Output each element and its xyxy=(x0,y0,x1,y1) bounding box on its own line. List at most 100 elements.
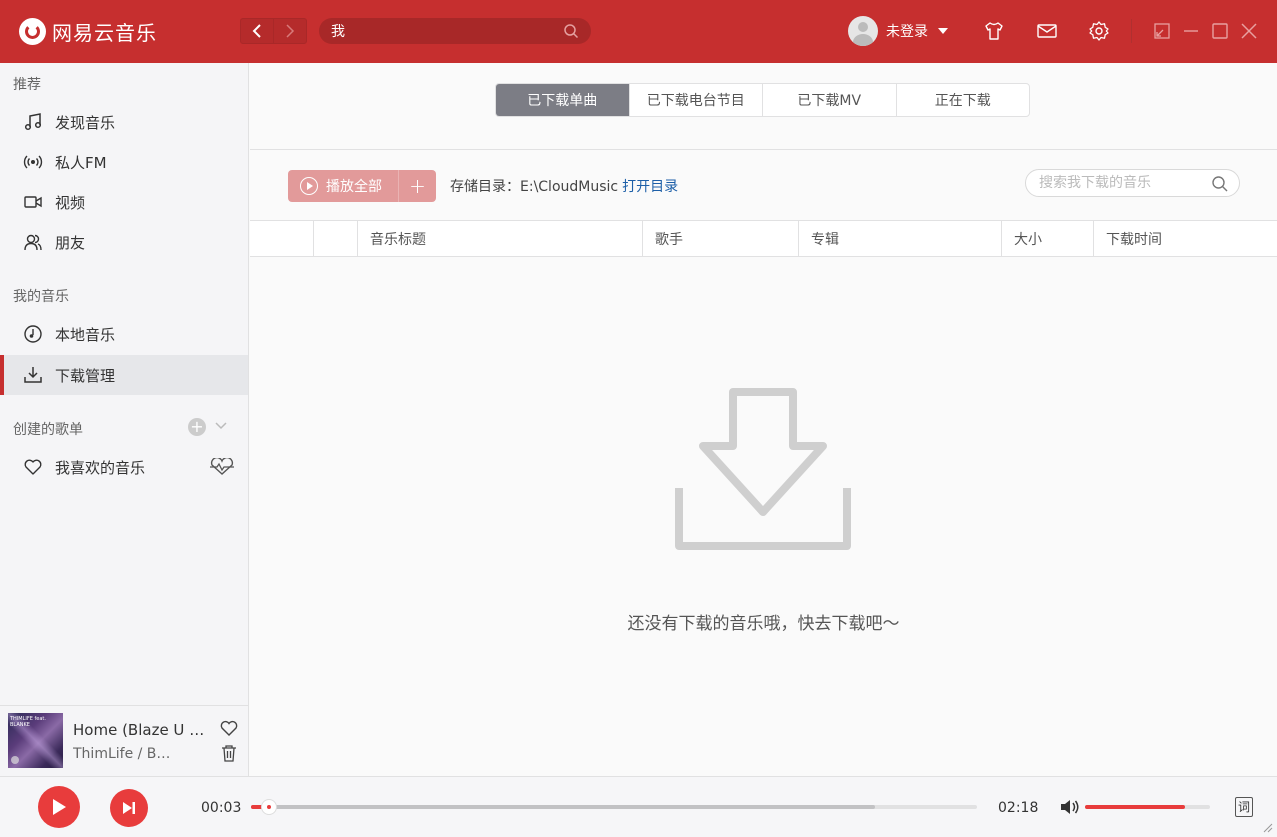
mini-mode-icon[interactable] xyxy=(1151,20,1173,42)
column-header-actions xyxy=(313,221,357,257)
history-nav xyxy=(240,18,307,44)
music-note-icon xyxy=(22,111,44,133)
next-icon xyxy=(123,802,135,814)
play-all-button[interactable]: 播放全部 xyxy=(288,170,398,202)
sidebar-item-label: 我喜欢的音乐 xyxy=(55,458,146,477)
cover-text: THIMLIFE feat. BLANKE xyxy=(10,716,46,728)
trash-icon[interactable] xyxy=(221,745,237,762)
main-panel: 已下载单曲 已下载电台节目 已下载MV 正在下载 播放全部 + 存储目录：E:\… xyxy=(250,63,1277,776)
tab-downloading[interactable]: 正在下载 xyxy=(895,84,1030,116)
video-icon xyxy=(22,191,44,213)
radio-icon xyxy=(22,151,44,173)
play-circle-icon xyxy=(300,177,318,195)
column-header-title[interactable]: 音乐标题 xyxy=(357,221,643,257)
column-header-size[interactable]: 大小 xyxy=(1001,221,1094,257)
section-title-my-music: 我的音乐 xyxy=(13,289,69,305)
now-playing-title[interactable]: Home (Blaze U Re... xyxy=(73,721,213,739)
section-title-recommend: 推荐 xyxy=(13,77,41,93)
tab-downloaded-songs[interactable]: 已下载单曲 xyxy=(496,84,629,116)
empty-state-message: 还没有下载的音乐哦，快去下载吧～ xyxy=(627,614,900,634)
heartbeat-mode-icon[interactable] xyxy=(209,458,235,476)
chevron-right-icon xyxy=(286,24,295,38)
like-heart-icon[interactable] xyxy=(220,720,238,736)
storage-label: 存储目录： xyxy=(450,179,520,195)
tab-downloaded-mv[interactable]: 已下载MV xyxy=(762,84,896,116)
download-tabs: 已下载单曲 已下载电台节目 已下载MV 正在下载 xyxy=(495,83,1030,117)
open-directory-link[interactable]: 打开目录 xyxy=(622,179,678,195)
download-search-box xyxy=(1025,169,1240,197)
netease-logo-icon xyxy=(19,18,46,45)
storage-info: 存储目录：E:\CloudMusic 打开目录 xyxy=(450,176,678,196)
player-bar: 00:03 02:18 词 xyxy=(0,776,1277,837)
volume-icon[interactable] xyxy=(1060,798,1082,816)
play-all-label: 播放全部 xyxy=(326,179,382,195)
divider xyxy=(1131,19,1132,43)
column-header-download-time[interactable]: 下载时间 xyxy=(1093,221,1277,257)
now-playing-artist[interactable]: ThimLife / Bl... xyxy=(73,746,173,762)
search-box xyxy=(319,18,591,44)
current-time: 00:03 xyxy=(201,800,242,816)
app-logo[interactable]: 网易云音乐 xyxy=(19,17,157,46)
heart-icon xyxy=(22,456,44,478)
sidebar-item-local-music[interactable]: 本地音乐 xyxy=(0,314,248,354)
volume-level xyxy=(1085,805,1185,809)
mail-icon[interactable] xyxy=(1036,20,1058,42)
sidebar-item-label: 视频 xyxy=(55,193,86,212)
search-icon[interactable] xyxy=(1211,175,1229,193)
sidebar-item-downloads[interactable]: 下载管理 xyxy=(0,355,248,395)
album-cover[interactable]: THIMLIFE feat. BLANKE xyxy=(8,713,63,768)
sidebar-item-discover[interactable]: 发现音乐 xyxy=(0,102,248,142)
caret-down-icon[interactable] xyxy=(938,28,948,34)
play-button[interactable] xyxy=(38,786,80,828)
sidebar: 推荐 发现音乐 私人FM 视频 朋友 我的音乐 本地音乐 下载管理 创建的歌单 … xyxy=(0,63,249,776)
sidebar-item-label: 下载管理 xyxy=(55,366,116,385)
sidebar-item-label: 本地音乐 xyxy=(55,325,116,344)
progress-knob[interactable] xyxy=(261,799,278,815)
chevron-down-icon[interactable] xyxy=(214,421,228,431)
avatar[interactable] xyxy=(848,16,878,46)
title-bar: 网易云音乐 未登录 xyxy=(0,0,1277,63)
sidebar-item-fm[interactable]: 私人FM xyxy=(0,142,248,182)
next-track-button[interactable] xyxy=(110,789,148,827)
divider xyxy=(250,149,1277,150)
close-icon[interactable] xyxy=(1238,20,1260,42)
section-title-playlists: 创建的歌单 xyxy=(13,422,83,438)
skin-shirt-icon[interactable] xyxy=(983,20,1005,42)
empty-download-icon xyxy=(675,388,851,550)
tab-downloaded-radio[interactable]: 已下载电台节目 xyxy=(628,84,763,116)
forward-button[interactable] xyxy=(273,19,306,43)
sidebar-item-label: 私人FM xyxy=(55,153,107,172)
add-to-list-button[interactable]: + xyxy=(398,170,436,202)
search-input[interactable] xyxy=(331,21,556,41)
storage-path: E:\CloudMusic xyxy=(520,179,619,195)
minimize-icon[interactable] xyxy=(1180,20,1202,42)
buffered-bar xyxy=(251,805,876,809)
search-icon[interactable] xyxy=(563,23,579,39)
sidebar-item-label: 发现音乐 xyxy=(55,113,116,132)
maximize-icon[interactable] xyxy=(1209,20,1231,42)
download-search-input[interactable] xyxy=(1039,174,1209,192)
column-header-artist[interactable]: 歌手 xyxy=(642,221,799,257)
friends-icon xyxy=(22,231,44,253)
table-header: 音乐标题 歌手 专辑 大小 下载时间 xyxy=(250,220,1277,257)
app-title: 网易云音乐 xyxy=(52,21,157,45)
resize-grip-icon[interactable] xyxy=(1263,823,1273,833)
now-playing-panel[interactable]: THIMLIFE feat. BLANKE Home (Blaze U Re..… xyxy=(0,705,248,776)
sidebar-item-video[interactable]: 视频 xyxy=(0,182,248,222)
play-all-button-group: 播放全部 + xyxy=(288,170,436,202)
back-button[interactable] xyxy=(241,19,273,43)
user-name[interactable]: 未登录 xyxy=(886,21,928,41)
play-icon xyxy=(53,799,66,815)
download-icon xyxy=(22,364,44,386)
local-music-icon xyxy=(22,323,44,345)
user-menu[interactable]: 未登录 xyxy=(848,16,948,46)
total-time: 02:18 xyxy=(998,800,1039,816)
lyrics-button[interactable]: 词 xyxy=(1235,797,1253,817)
sidebar-item-friends[interactable]: 朋友 xyxy=(0,222,248,262)
settings-gear-icon[interactable] xyxy=(1088,20,1110,42)
volume-slider[interactable] xyxy=(1085,805,1210,809)
add-playlist-button[interactable]: + xyxy=(188,418,206,436)
progress-bar[interactable] xyxy=(251,799,977,815)
sidebar-item-label: 朋友 xyxy=(55,233,86,252)
column-header-album[interactable]: 专辑 xyxy=(798,221,1002,257)
